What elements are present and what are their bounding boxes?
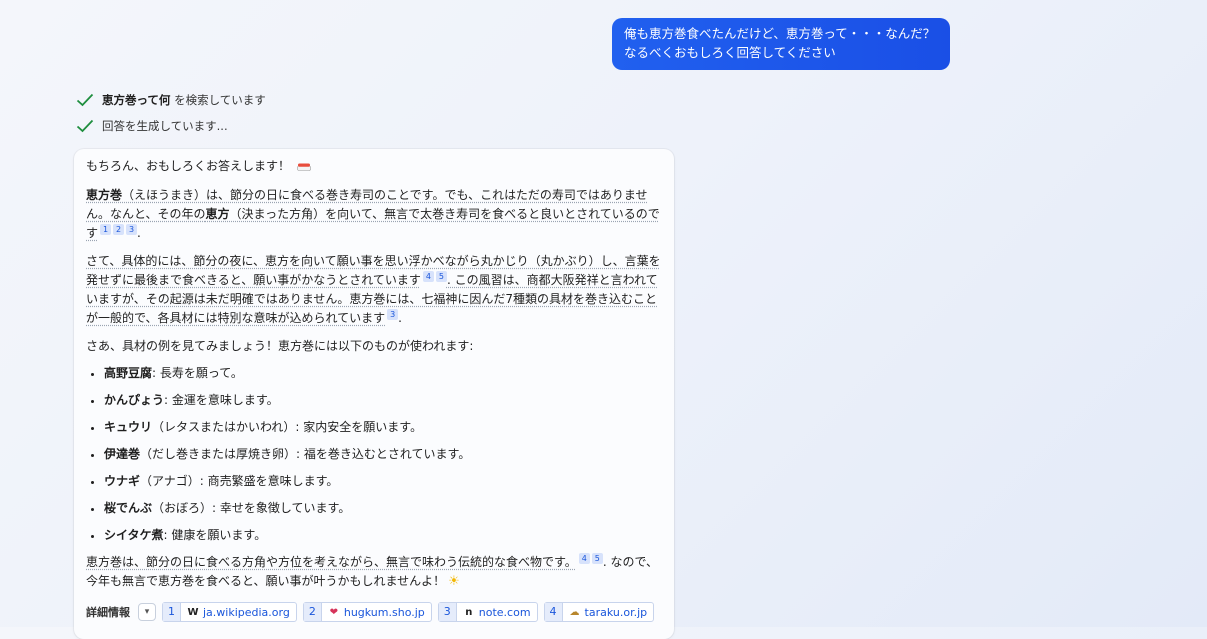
taraku-icon: ☁	[569, 606, 580, 618]
term-eho: 恵方	[205, 207, 230, 221]
ingredient-name: 高野豆腐	[104, 366, 153, 380]
sun-icon: ☀	[448, 574, 460, 589]
list-item: かんぴょう: 金運を意味します。	[104, 391, 662, 410]
ingredient-desc: （レタスまたはかいわれ）: 家内安全を願います。	[152, 420, 423, 434]
source-link-2[interactable]: 2 ❤ hugkum.sho.jp	[302, 602, 432, 622]
ingredient-desc: （おぼろ）: 幸せを象徴しています。	[152, 501, 351, 515]
list-item: シイタケ煮: 健康を願います。	[104, 526, 662, 545]
user-message-line-1: 俺も恵方巻食べたんだけど、恵方巻って・・・なんだ？	[624, 26, 936, 41]
source-host: ja.wikipedia.org	[203, 605, 290, 619]
answer-paragraph-4: 恵方巻は、節分の日に食べる方角や方位を考えながら、無言で味わう伝統的な食べ物です…	[86, 553, 662, 591]
list-item: ウナギ（アナゴ）: 商売繁盛を意味します。	[104, 472, 662, 491]
ingredient-name: ウナギ	[104, 474, 141, 488]
search-suffix: を検索しています	[170, 93, 266, 107]
ingredient-desc: : 長寿を願って。	[152, 366, 243, 380]
list-item: キュウリ（レタスまたはかいわれ）: 家内安全を願います。	[104, 418, 662, 437]
wikipedia-icon: W	[187, 606, 199, 618]
p2-end: .	[398, 311, 402, 325]
citation-4[interactable]: 4	[422, 271, 434, 282]
ingredient-name: シイタケ煮	[104, 528, 164, 542]
answer-paragraph-3: さあ、具材の例を見てみましょう！恵方巻には以下のものが使われます:	[86, 339, 474, 353]
ingredient-list: 高野豆腐: 長寿を願って。 かんぴょう: 金運を意味します。 キュウリ（レタスま…	[86, 364, 662, 545]
citation-3[interactable]: 3	[126, 224, 138, 235]
citation-5[interactable]: 5	[591, 553, 603, 564]
hugkum-icon: ❤	[329, 606, 339, 618]
sushi-icon	[297, 163, 311, 171]
search-query: 恵方巻って何	[102, 93, 171, 107]
chevron-down-icon[interactable]: ▾	[138, 603, 156, 621]
status-generating: 回答を生成しています...	[76, 118, 228, 134]
greeting-text: もちろん、おもしろくお答えします！	[86, 159, 291, 173]
source-host: taraku.or.jp	[584, 605, 648, 619]
ingredient-desc: : 健康を願います。	[163, 528, 267, 542]
source-link-4[interactable]: 4 ☁ taraku.or.jp	[543, 602, 655, 622]
ingredient-name: 桜でんぶ	[104, 501, 153, 515]
source-link-1[interactable]: 1 Wja.wikipedia.org	[162, 602, 297, 622]
list-item: 伊達巻（だし巻きまたは厚焼き卵）: 福を巻き込むとされています。	[104, 445, 662, 464]
status-searching: 恵方巻って何 を検索しています	[76, 92, 266, 108]
ingredient-name: 伊達巻	[104, 447, 141, 461]
source-host: hugkum.sho.jp	[343, 605, 425, 619]
citation-5[interactable]: 5	[435, 271, 447, 282]
list-item: 桜でんぶ（おぼろ）: 幸せを象徴しています。	[104, 499, 662, 518]
ingredient-name: キュウリ	[104, 420, 153, 434]
p1-end: .	[137, 226, 141, 240]
answer-paragraph-2: さて、具体的には、節分の夜に、恵方を向いて願い事を思い浮かべながら丸かじり（丸か…	[86, 252, 662, 328]
status-generating-text: 回答を生成しています...	[102, 119, 228, 133]
term-ehomaki: 恵方巻	[86, 188, 123, 202]
note-icon: n	[465, 606, 473, 618]
ingredient-desc: （だし巻きまたは厚焼き卵）: 福を巻き込むとされています。	[140, 447, 471, 461]
citation-1[interactable]: 1	[100, 224, 112, 235]
source-host: note.com	[478, 605, 531, 619]
answer-card: もちろん、おもしろくお答えします！ 恵方巻（えほうまき）は、節分の日に食べる巻き…	[74, 149, 674, 639]
source-number: 3	[438, 603, 457, 621]
learn-more-label: 詳細情報	[86, 605, 130, 619]
answer-paragraph-1: 恵方巻（えほうまき）は、節分の日に食べる巻き寿司のことです。でも、これはただの寿…	[86, 186, 662, 243]
list-item: 高野豆腐: 長寿を願って。	[104, 364, 662, 383]
user-message-line-2: なるべくおもしろく回答してください	[624, 45, 836, 60]
citation-4[interactable]: 4	[578, 553, 590, 564]
ingredient-desc: （アナゴ）: 商売繁盛を意味します。	[140, 474, 339, 488]
source-number: 1	[163, 603, 181, 621]
ingredient-name: かんぴょう	[104, 393, 165, 407]
check-icon	[76, 93, 94, 107]
p4-text-1: 恵方巻は、節分の日に食べる方角や方位を考えながら、無言で味わう伝統的な食べ物です…	[86, 555, 577, 569]
source-number: 2	[303, 603, 322, 621]
citation-2[interactable]: 2	[113, 224, 125, 235]
status-search-text: 恵方巻って何 を検索しています	[102, 92, 266, 108]
learn-more-bar: 詳細情報 ▾ 1 Wja.wikipedia.org 2 ❤ hugkum.sho.j…	[86, 602, 655, 622]
source-link-3[interactable]: 3 n note.com	[437, 602, 538, 622]
source-number: 4	[544, 603, 563, 621]
answer-greeting: もちろん、おもしろくお答えします！	[86, 157, 662, 176]
citation-3[interactable]: 3	[387, 309, 399, 320]
user-message-bubble: 俺も恵方巻食べたんだけど、恵方巻って・・・なんだ？ なるべくおもしろく回答してく…	[612, 18, 950, 70]
ingredient-desc: : 金運を意味します。	[164, 393, 279, 407]
check-icon	[76, 119, 94, 133]
